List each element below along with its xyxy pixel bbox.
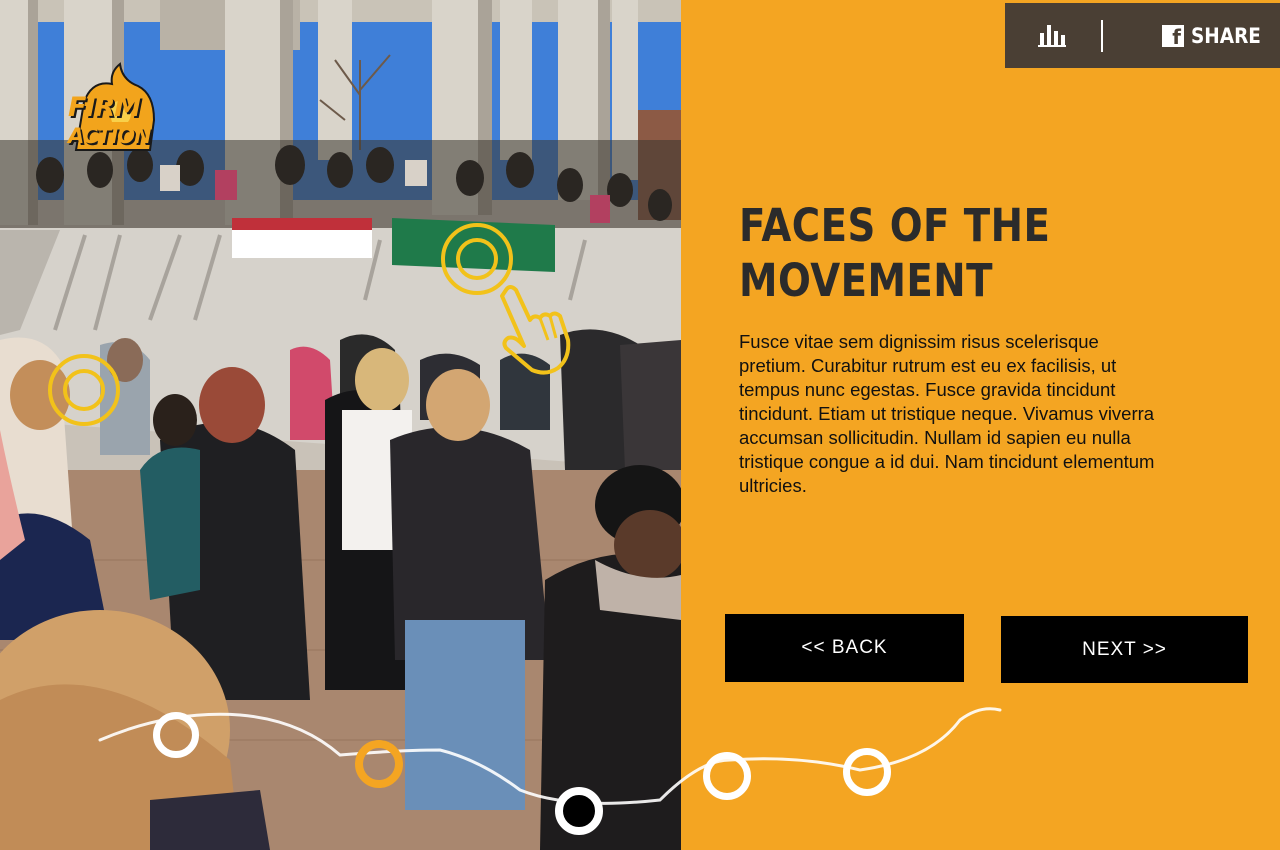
timeline-node-5[interactable] (843, 748, 891, 796)
firm-action-logo[interactable]: FIRM ACTION (62, 62, 162, 154)
share-label: SHARE (1191, 24, 1261, 48)
hotspot-marker-crowd[interactable] (47, 353, 121, 427)
bar-chart-icon[interactable] (1038, 23, 1066, 47)
logo-text-firm: FIRM (68, 92, 141, 123)
hotspot-target-icon (48, 354, 120, 426)
timeline-node-1[interactable] (153, 712, 199, 758)
facebook-icon: f (1162, 25, 1184, 47)
hero-photo: FIRM ACTION (0, 0, 681, 850)
share-bar: f SHARE (1005, 3, 1280, 68)
page-title: FACES OF THE MOVEMENT (739, 199, 1051, 307)
story-body-text: Fusce vitae sem dignissim risus sceleris… (739, 331, 1155, 496)
pointing-hand-icon (500, 285, 571, 375)
logo-text-action: ACTION (68, 124, 152, 148)
timeline-node-2-active[interactable] (355, 740, 403, 788)
timeline-node-4[interactable] (703, 752, 751, 800)
share-divider (1101, 20, 1103, 52)
back-button[interactable]: << BACK (725, 614, 964, 682)
facebook-share-button[interactable]: f SHARE (1162, 22, 1270, 50)
next-button[interactable]: NEXT >> (1001, 616, 1248, 683)
timeline-node-3-current[interactable] (555, 787, 603, 835)
